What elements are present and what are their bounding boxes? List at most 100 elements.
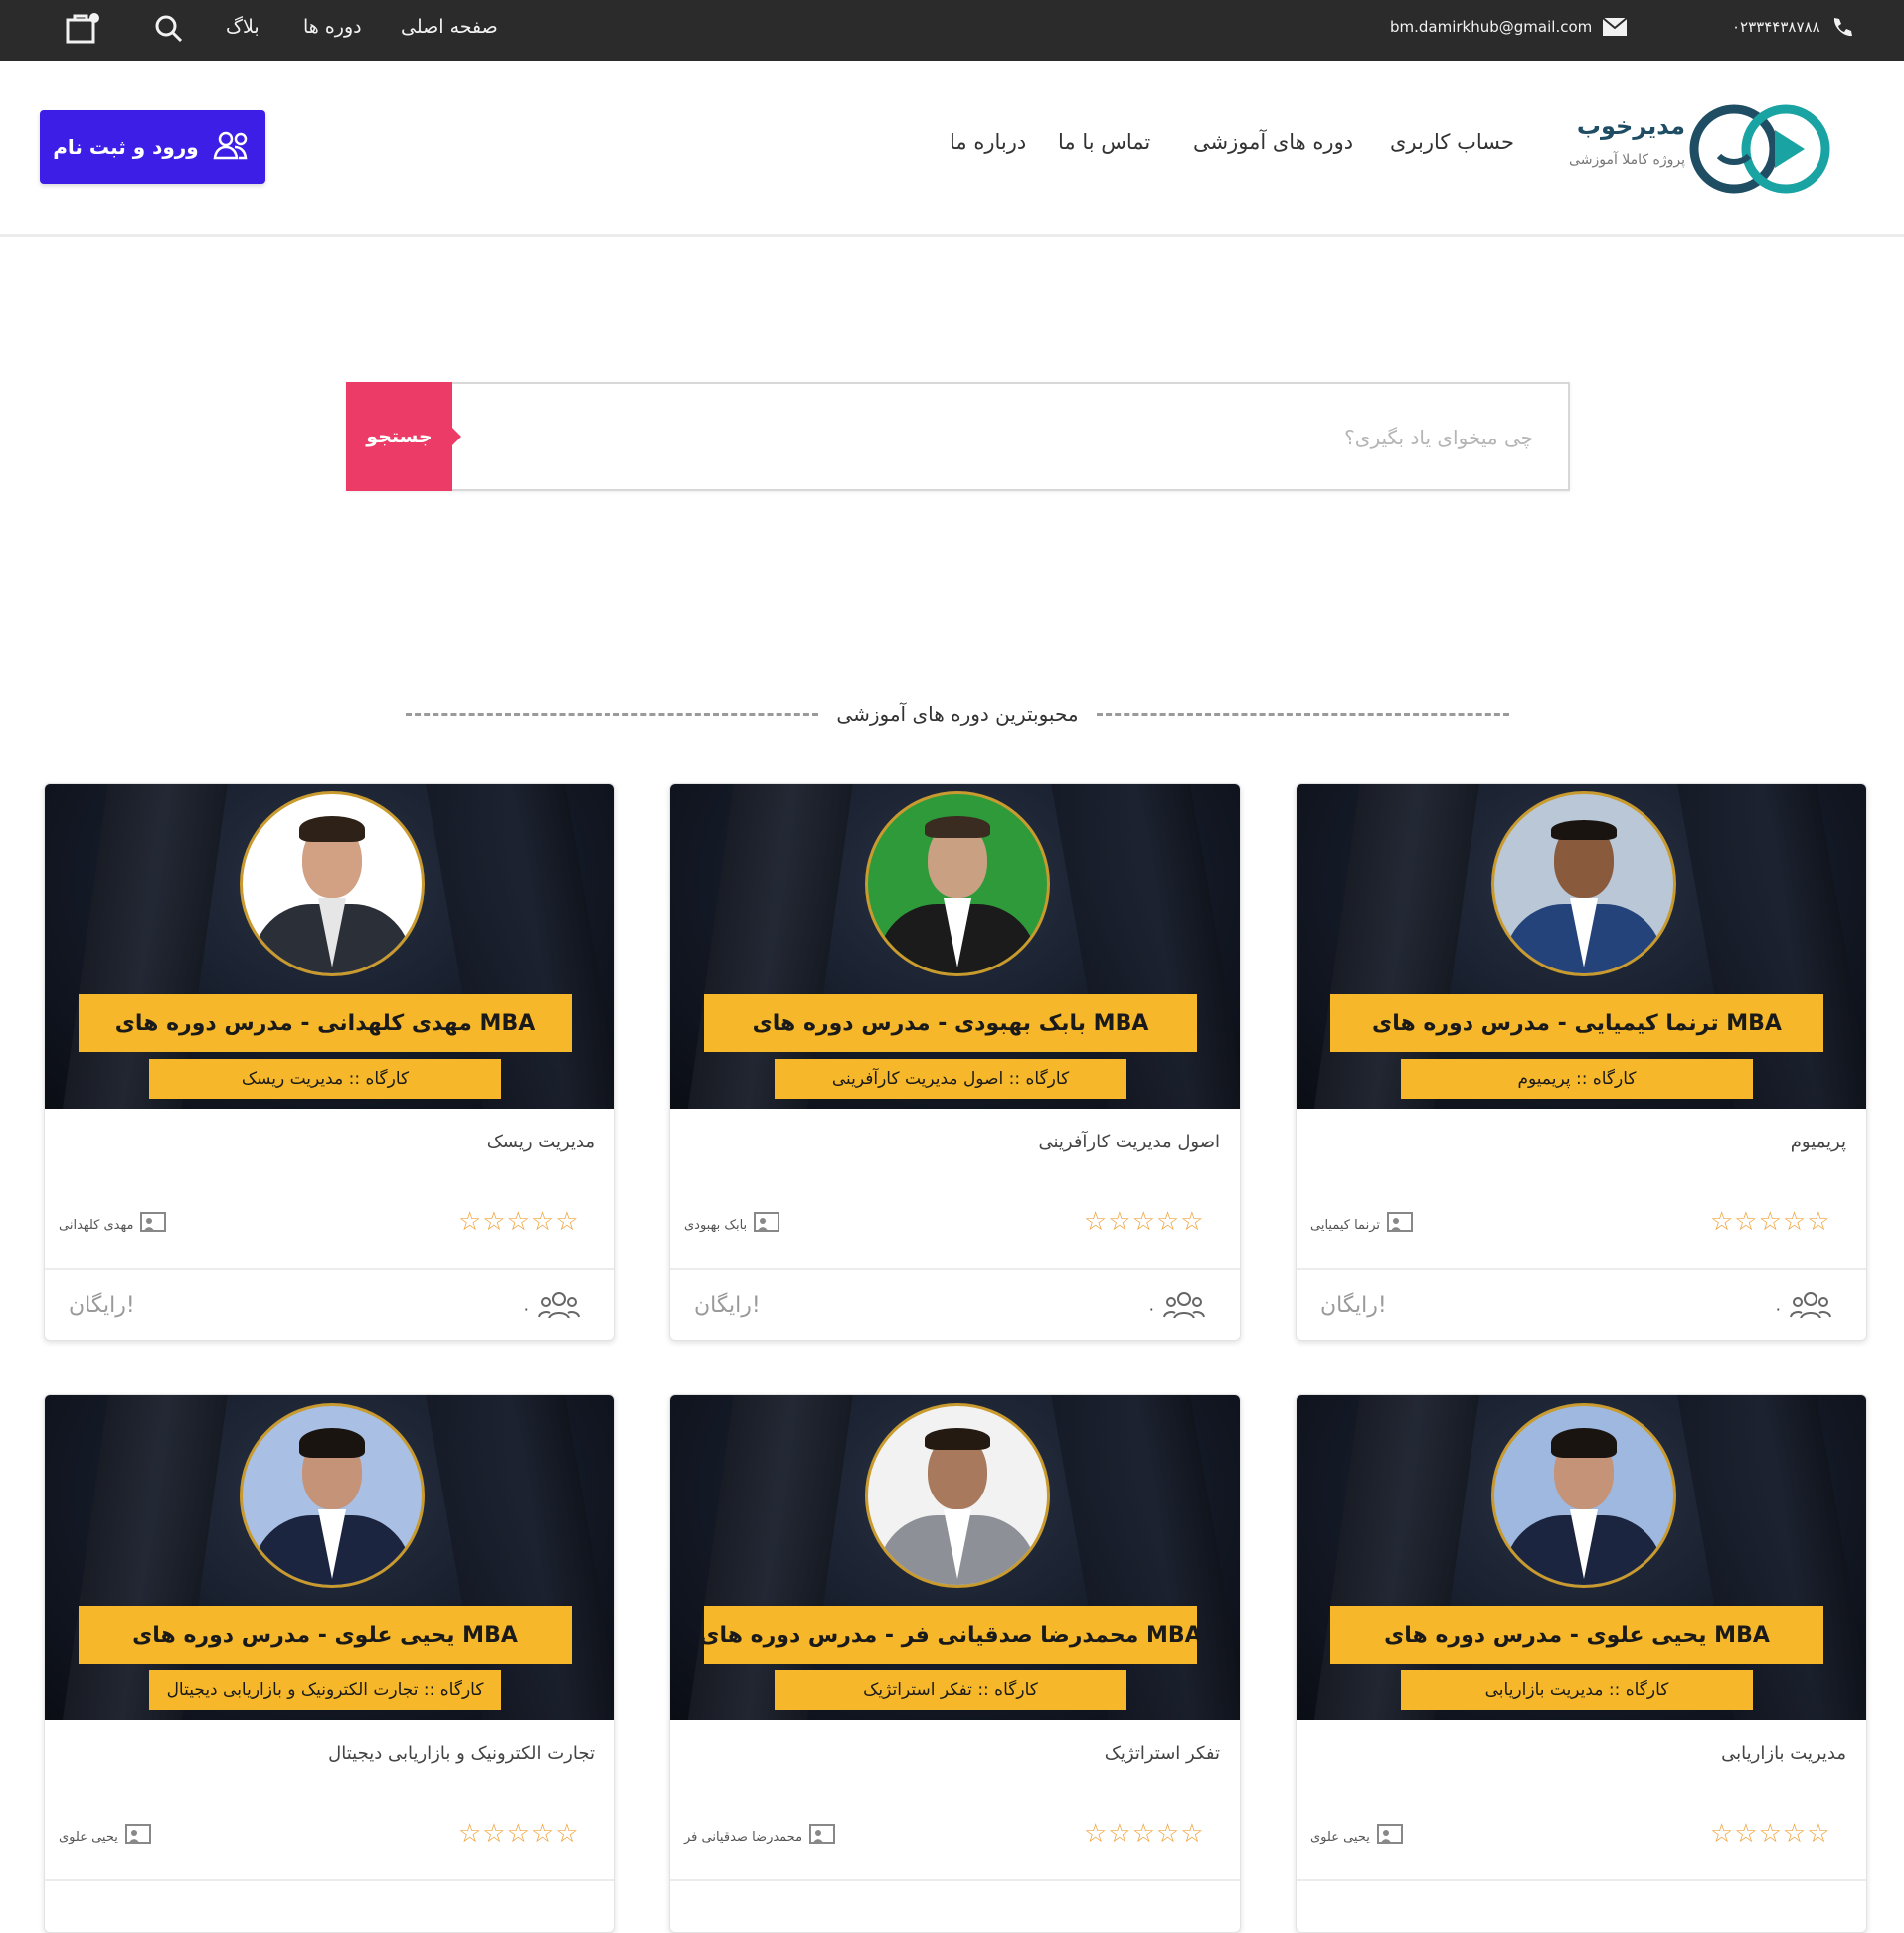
search-input[interactable] [477, 414, 1535, 461]
students-count: ۰ [1147, 1298, 1156, 1318]
course-banner: یحیی علوی - مدرس دوره های MBA کارگاه :: … [1297, 1395, 1866, 1720]
course-title[interactable]: مدیریت ریسک [487, 1132, 595, 1152]
instructor-photo [865, 791, 1050, 976]
dashed-divider [406, 712, 819, 716]
course-card[interactable]: یحیی علوی - مدرس دوره های MBA کارگاه :: … [44, 1394, 615, 1933]
login-register-button[interactable]: ورود و ثبت نام [40, 110, 265, 184]
teacher-name: یحیی علوی [59, 1829, 118, 1845]
course-card[interactable]: یحیی علوی - مدرس دوره های MBA کارگاه :: … [1296, 1394, 1867, 1933]
course-rating: ☆☆☆☆☆ [1084, 1207, 1205, 1237]
course-card[interactable]: بابک بهبودی - مدرس دوره های MBA کارگاه :… [669, 783, 1241, 1341]
course-card[interactable]: محمدرضا صدقیانی فر - مدرس دوره های MBA ک… [669, 1394, 1241, 1933]
teacher-name: مهدی کلهدانی [59, 1217, 134, 1233]
topbar-link-blog[interactable]: بلاگ [226, 16, 260, 38]
nav-contact[interactable]: تماس با ما [1058, 130, 1150, 154]
card-divider [45, 1879, 614, 1881]
course-price: رایگان! [694, 1293, 761, 1318]
course-rating: ☆☆☆☆☆ [458, 1819, 580, 1848]
card-divider [670, 1879, 1240, 1881]
course-banner: ترنما کیمیایی - مدرس دوره های MBA کارگاه… [1297, 784, 1866, 1109]
course-rating: ☆☆☆☆☆ [458, 1207, 580, 1237]
course-teacher: یحیی علوی [1310, 1823, 1404, 1850]
course-teacher: مهدی کلهدانی [59, 1211, 167, 1239]
teacher-icon [808, 1823, 836, 1850]
course-ribbon-workshop: کارگاه :: اصول مدیریت کارآفرینی [775, 1059, 1126, 1099]
login-register-label: ورود و ثبت نام [53, 135, 199, 159]
course-rating: ☆☆☆☆☆ [1084, 1819, 1205, 1848]
email-text: bm.damirkhub@gmail.com [1390, 18, 1593, 36]
nav-account[interactable]: حساب کاربری [1390, 130, 1514, 154]
dashed-divider [1096, 712, 1509, 716]
teacher-icon [1386, 1211, 1414, 1239]
top-bar: بلاگ دوره ها صفحه اصلی bm.damirkhub@gmai… [0, 0, 1904, 61]
course-teacher: محمدرضا صدقیانی فر [684, 1823, 836, 1850]
students-count: ۰ [522, 1298, 531, 1318]
users-icon [213, 130, 253, 165]
mail-icon [1602, 16, 1628, 38]
students-icon [537, 1291, 581, 1324]
course-title[interactable]: پریمیوم [1791, 1132, 1846, 1152]
logo-mark-icon [1689, 104, 1830, 194]
course-banner: بابک بهبودی - مدرس دوره های MBA کارگاه :… [670, 784, 1240, 1109]
instructor-photo [1491, 1403, 1676, 1588]
instructor-photo [240, 791, 425, 976]
search-box: جستجو [346, 382, 1570, 491]
topbar-phone[interactable]: ۰۲۳۳۴۴۳۸۷۸۸ [1732, 16, 1852, 38]
course-ribbon-instructor: مهدی کلهدانی - مدرس دوره های MBA [79, 994, 572, 1052]
course-banner: یحیی علوی - مدرس دوره های MBA کارگاه :: … [45, 1395, 614, 1720]
teacher-name: ترنما کیمیایی [1310, 1217, 1380, 1233]
nav-about[interactable]: درباره ما [950, 130, 1026, 154]
course-card[interactable]: مهدی کلهدانی - مدرس دوره های MBA کارگاه … [44, 783, 615, 1341]
phone-text: ۰۲۳۳۴۴۳۸۷۸۸ [1732, 18, 1820, 36]
course-ribbon-workshop: کارگاه :: مدیریت بازاریابی [1401, 1670, 1753, 1710]
site-logo[interactable]: مدیرخوب پروژه کاملا آموزشی [1546, 100, 1834, 198]
logo-title: مدیرخوب [1576, 112, 1685, 140]
course-title[interactable]: اصول مدیریت کارآفرینی [1038, 1132, 1220, 1152]
course-title[interactable]: تفکر استراتژیک [1105, 1743, 1220, 1764]
course-ribbon-instructor: محمدرضا صدقیانی فر - مدرس دوره های MBA [699, 1606, 1202, 1664]
course-card[interactable]: ترنما کیمیایی - مدرس دوره های MBA کارگاه… [1296, 783, 1867, 1341]
course-price: رایگان! [1320, 1293, 1387, 1318]
teacher-icon [139, 1211, 167, 1239]
nav-courses[interactable]: دوره های آموزشی [1193, 130, 1353, 154]
students-count: ۰ [1774, 1298, 1783, 1318]
course-ribbon-instructor: یحیی علوی - مدرس دوره های MBA [79, 1606, 572, 1664]
search-icon[interactable] [154, 14, 184, 44]
search-button[interactable]: جستجو [346, 382, 461, 491]
course-teacher: یحیی علوی [59, 1823, 152, 1850]
course-banner: مهدی کلهدانی - مدرس دوره های MBA کارگاه … [45, 784, 614, 1109]
card-divider [45, 1268, 614, 1270]
teacher-name: یحیی علوی [1310, 1829, 1370, 1845]
card-divider [1297, 1879, 1866, 1881]
cart-icon[interactable] [64, 12, 101, 46]
course-students: ۰ [522, 1291, 581, 1324]
course-ribbon-workshop: کارگاه :: تفکر استراتژیک [775, 1670, 1126, 1710]
instructor-photo [865, 1403, 1050, 1588]
course-ribbon-instructor: یحیی علوی - مدرس دوره های MBA [1330, 1606, 1823, 1664]
topbar-email[interactable]: bm.damirkhub@gmail.com [1390, 16, 1628, 38]
section-title: محبوبترین دوره های آموزشی [836, 702, 1079, 726]
course-title[interactable]: تجارت الکترونیک و بازاریابی دیجیتال [328, 1743, 595, 1764]
teacher-icon [1376, 1823, 1404, 1850]
topbar-link-home[interactable]: صفحه اصلی [401, 16, 498, 38]
course-rating: ☆☆☆☆☆ [1710, 1819, 1831, 1848]
course-students: ۰ [1774, 1291, 1832, 1324]
course-rating: ☆☆☆☆☆ [1710, 1207, 1831, 1237]
course-price: رایگان! [69, 1293, 135, 1318]
section-header: محبوبترین دوره های آموزشی [406, 696, 1509, 732]
card-divider [670, 1268, 1240, 1270]
students-icon [1789, 1291, 1832, 1324]
teacher-name: محمدرضا صدقیانی فر [684, 1829, 803, 1845]
teacher-icon [753, 1211, 780, 1239]
course-ribbon-workshop: کارگاه :: تجارت الکترونیک و بازاریابی دی… [149, 1670, 501, 1710]
course-ribbon-workshop: کارگاه :: پریمیوم [1401, 1059, 1753, 1099]
instructor-photo [1491, 791, 1676, 976]
course-teacher: ترنما کیمیایی [1310, 1211, 1414, 1239]
students-icon [1162, 1291, 1206, 1324]
logo-subtitle: پروژه کاملا آموزشی [1569, 152, 1685, 168]
course-students: ۰ [1147, 1291, 1206, 1324]
course-teacher: بابک بهبودی [684, 1211, 780, 1239]
course-title[interactable]: مدیریت بازاریابی [1721, 1743, 1846, 1764]
topbar-link-courses[interactable]: دوره ها [303, 16, 362, 38]
course-ribbon-instructor: ترنما کیمیایی - مدرس دوره های MBA [1330, 994, 1823, 1052]
